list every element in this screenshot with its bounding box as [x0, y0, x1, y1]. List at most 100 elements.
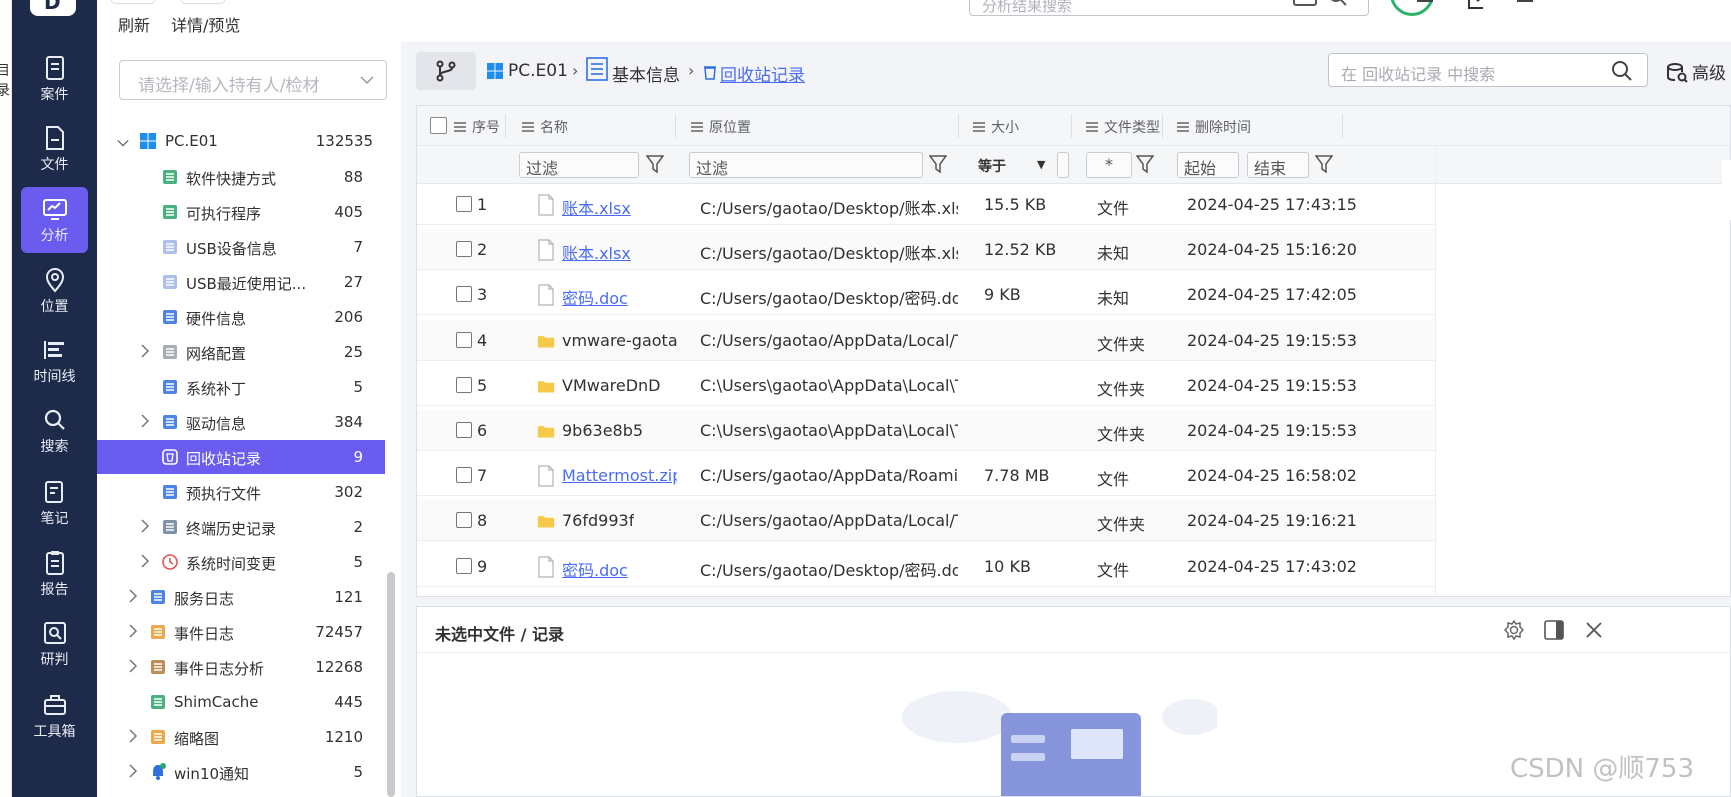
size-filter-input[interactable] [1057, 152, 1069, 178]
tree-item[interactable]: win10通知 5 [97, 755, 385, 789]
row-checkbox[interactable] [456, 286, 472, 303]
tree-item[interactable]: USB最近使用记... 27 [97, 265, 385, 299]
tree-item[interactable]: ShimCache 445 [97, 685, 385, 719]
search-icon[interactable] [1611, 60, 1633, 82]
rail-item-search[interactable]: 搜索 [21, 398, 88, 464]
tree-item[interactable]: 事件日志 72457 [97, 615, 385, 649]
table-row[interactable]: 8 76fd993f C:/Users/gaotao/AppData/Local/T… [417, 500, 1435, 542]
cell-name[interactable]: 账本.xlsx [562, 195, 631, 219]
tree-item[interactable]: 驱动信息 384 [97, 405, 385, 439]
toolbar-button-fragment[interactable] [111, 0, 155, 4]
type-filter-input[interactable]: * [1086, 152, 1132, 178]
end-time-input[interactable]: 结束 [1247, 152, 1309, 178]
refresh-button[interactable]: 刷新 [118, 12, 150, 36]
origin-filter-input[interactable]: 过滤 [689, 152, 923, 178]
settings-gear-icon[interactable] [1503, 619, 1525, 641]
column-divider[interactable] [505, 114, 506, 138]
filter-icon[interactable] [646, 154, 664, 174]
rail-item-file[interactable]: 文件 [21, 116, 88, 182]
chevron-right-icon[interactable] [127, 589, 139, 603]
minimize-icon[interactable] [1417, 0, 1433, 2]
column-header-size[interactable]: 大小 [973, 117, 1019, 137]
column-divider[interactable] [1162, 114, 1163, 138]
rail-item-case[interactable]: 案件 [21, 46, 88, 112]
rail-item-timeline[interactable]: 时间线 [21, 328, 88, 394]
column-divider[interactable] [675, 114, 676, 138]
row-checkbox[interactable] [456, 422, 472, 438]
branch-toggle-button[interactable] [416, 52, 476, 90]
tree-item[interactable]: 硬件信息 206 [97, 300, 385, 334]
chevron-right-icon[interactable] [139, 344, 151, 358]
start-time-input[interactable]: 起始 [1177, 152, 1239, 178]
filter-icon[interactable] [929, 154, 947, 174]
tree-item[interactable]: 回收站记录 9 [97, 440, 385, 474]
tree-item[interactable]: USB设备信息 7 [97, 230, 385, 264]
filter-icon[interactable] [1315, 154, 1333, 174]
chevron-right-icon[interactable] [139, 519, 151, 533]
table-row[interactable]: 6 9b63e8b5 C:\Users\gaotao\AppData\Local\T… [417, 410, 1435, 451]
row-checkbox[interactable] [456, 557, 472, 574]
export-icon[interactable] [1467, 0, 1491, 12]
cell-name[interactable]: 账本.xlsx [562, 240, 631, 264]
advanced-search-button[interactable]: 高级 [1666, 59, 1726, 84]
chevron-down-icon[interactable] [117, 136, 129, 150]
chevron-right-icon[interactable] [127, 764, 139, 778]
cell-name[interactable]: Mattermost.zip [562, 466, 677, 485]
chevron-right-icon[interactable] [139, 414, 151, 428]
table-row[interactable]: 3 密码.doc C:/Users/gaotao/Desktop/密码.doc 9 K… [417, 274, 1435, 316]
chevron-right-icon[interactable] [127, 729, 139, 743]
chevron-right-icon[interactable] [127, 624, 139, 638]
tree-root-pc-e01[interactable]: PC.E01 132535 [97, 124, 385, 158]
cell-name[interactable]: 密码.doc [562, 285, 628, 309]
rail-item-analysis[interactable]: 分析 [21, 187, 88, 253]
rail-item-report[interactable]: 报告 [21, 541, 88, 607]
row-checkbox[interactable] [456, 196, 472, 212]
column-header-origin[interactable]: 原位置 [691, 117, 751, 137]
close-icon[interactable] [1583, 619, 1605, 641]
breadcrumb-item-pc[interactable]: PC.E01 [508, 61, 568, 81]
row-checkbox[interactable] [456, 512, 472, 529]
tree-item[interactable]: 系统补丁 5 [97, 370, 385, 404]
tree-item[interactable]: 网络配置 25 [97, 335, 385, 369]
column-header-index[interactable]: 序号 [454, 117, 500, 137]
tree-item[interactable]: 终端历史记录 2 [97, 510, 385, 544]
chevron-right-icon[interactable] [127, 659, 139, 673]
table-row[interactable]: 5 VMwareDnD C:\Users\gaotao\AppData\Local\… [417, 365, 1435, 406]
chevron-right-icon[interactable] [139, 554, 151, 568]
window-control-icon[interactable] [1517, 0, 1533, 2]
tree-item[interactable]: 事件日志分析 12268 [97, 650, 385, 684]
rail-item-judge[interactable]: 研判 [21, 611, 88, 677]
detail-preview-button[interactable]: 详情/预览 [171, 12, 240, 36]
table-row[interactable]: 9 密码.doc C:/Users/gaotao/Desktop/密码.doc 10 … [417, 546, 1435, 587]
tree-item[interactable]: 服务日志 121 [97, 580, 385, 614]
table-row[interactable]: 7 Mattermost.zip C:/Users/gaotao/AppData/R… [417, 455, 1435, 497]
table-search-input[interactable]: 在 回收站记录 中搜索 [1328, 53, 1648, 87]
column-divider[interactable] [1342, 114, 1343, 138]
breadcrumb-item-recycle-bin[interactable]: 回收站记录 [720, 61, 805, 86]
column-header-type[interactable]: 文件类型 [1086, 117, 1160, 137]
caret-down-icon[interactable]: ▼ [1037, 158, 1045, 171]
search-icon[interactable] [1292, 0, 1352, 7]
status-ring-icon[interactable] [1390, 0, 1434, 16]
tree-item[interactable]: 缩略图 1210 [97, 720, 385, 754]
tree-scrollbar[interactable] [387, 572, 395, 797]
name-filter-input[interactable]: 过滤 [519, 152, 639, 178]
tree-item[interactable]: 系统时间变更 5 [97, 545, 385, 579]
column-header-delete-time[interactable]: 删除时间 [1177, 117, 1251, 137]
owner-select[interactable]: 请选择/输入持有人/检材 [119, 60, 387, 100]
rail-item-toolbox[interactable]: 工具箱 [21, 683, 88, 749]
breadcrumb-item-basic-info[interactable]: 基本信息 [612, 61, 680, 86]
cell-name[interactable]: 密码.doc [562, 557, 628, 581]
rail-item-location[interactable]: 位置 [21, 258, 88, 324]
table-row[interactable]: 4 vmware-gaotao C:/Users/gaotao/AppData/Lo… [417, 319, 1435, 361]
tree-item[interactable]: 软件快捷方式 88 [97, 160, 385, 194]
global-search-input[interactable]: 分析结果搜索 [969, 0, 1369, 16]
toolbar-button-fragment[interactable] [181, 0, 225, 4]
tree-item[interactable]: 可执行程序 405 [97, 195, 385, 229]
column-header-name[interactable]: 名称 [522, 117, 568, 137]
select-all-checkbox[interactable] [430, 117, 447, 134]
tree-item[interactable]: 预执行文件 302 [97, 475, 385, 509]
row-checkbox[interactable] [456, 467, 472, 484]
column-divider[interactable] [958, 114, 959, 138]
split-panel-icon[interactable] [1543, 619, 1565, 641]
